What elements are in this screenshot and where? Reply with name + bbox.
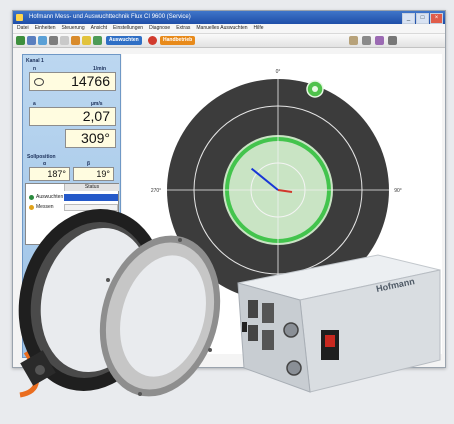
power-switch xyxy=(325,335,335,347)
connector-4 xyxy=(262,330,274,350)
target-marker-center xyxy=(312,86,318,92)
connector-1 xyxy=(248,300,258,318)
screw-2 xyxy=(138,392,142,396)
angle-label-top: 0° xyxy=(276,69,281,75)
screw-4 xyxy=(178,238,182,242)
led-indicator xyxy=(242,322,247,332)
connector-socket xyxy=(35,365,45,375)
bnc-connector-2 xyxy=(286,360,302,376)
composite-scene: Hofmann Mess- und Auswuchttechnik Flux C… xyxy=(0,0,454,424)
connector-3 xyxy=(248,325,258,341)
screw-3 xyxy=(208,348,212,352)
angle-label-right: 90° xyxy=(394,188,402,194)
bnc-connector-1 xyxy=(283,322,299,338)
screw-1 xyxy=(106,278,110,282)
scene-graphics: 0° 90° 270° Hofmann xyxy=(18,69,441,398)
angle-label-left: 270° xyxy=(151,188,161,194)
connector-2 xyxy=(262,303,274,323)
